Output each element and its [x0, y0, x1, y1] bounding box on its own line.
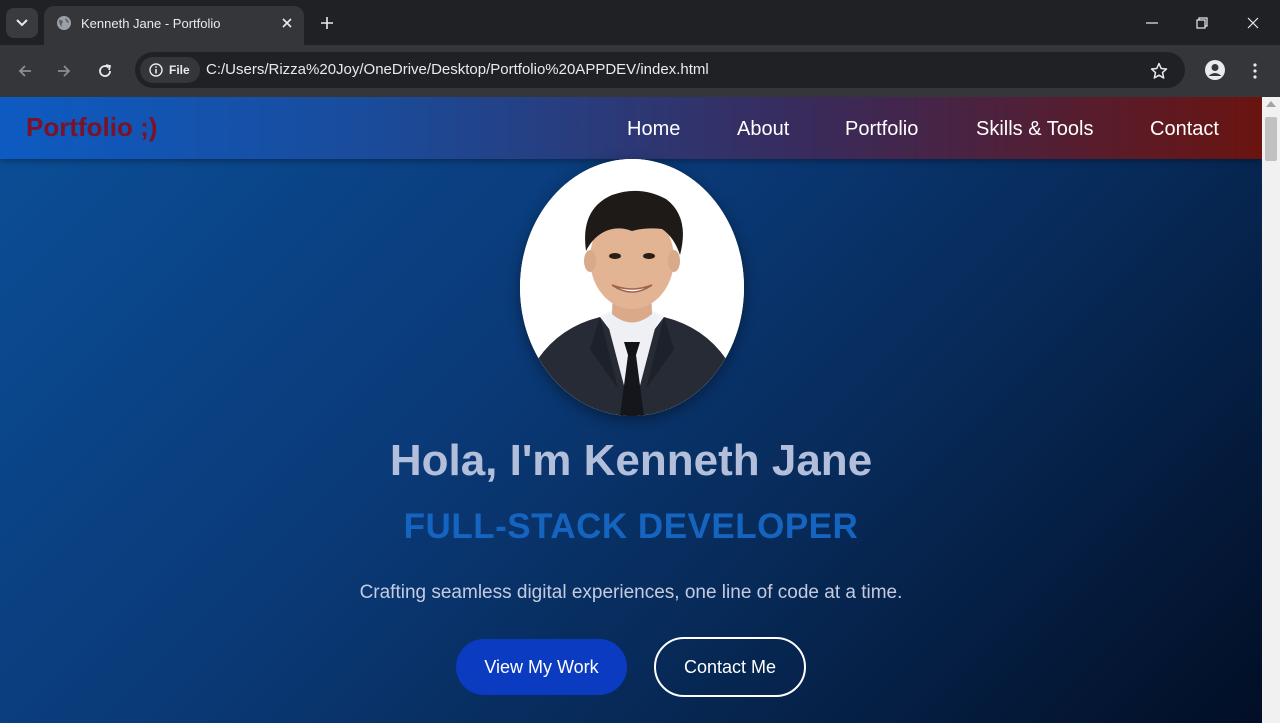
restore-button[interactable]: [1187, 8, 1217, 38]
close-icon: [282, 18, 292, 28]
nav-link-portfolio[interactable]: Portfolio: [845, 118, 918, 141]
url-text[interactable]: C:/Users/Rizza%20Joy/OneDrive/Desktop/Po…: [206, 61, 709, 78]
hero-role: FULL-STACK DEVELOPER: [403, 507, 859, 546]
page-scrollbar[interactable]: [1262, 97, 1280, 723]
view-my-work-button[interactable]: View My Work: [456, 639, 627, 695]
person-portrait: [520, 159, 744, 416]
scroll-thumb[interactable]: [1265, 117, 1277, 161]
nav-link-about[interactable]: About: [737, 118, 789, 141]
profile-icon: [1205, 60, 1225, 80]
forward-arrow-icon: [58, 65, 71, 77]
nav-link-contact[interactable]: Contact: [1150, 118, 1219, 141]
profile-button[interactable]: [1202, 57, 1228, 83]
globe-icon: [57, 16, 71, 30]
reload-button[interactable]: [91, 57, 119, 85]
site-navbar: Portfolio ;) Home About Portfolio Skills…: [0, 97, 1262, 159]
forward-button[interactable]: [50, 57, 78, 85]
tab-close-button[interactable]: [278, 14, 296, 32]
tab-strip: Kenneth Jane - Portfolio: [0, 0, 1280, 45]
site-info-chip[interactable]: File: [140, 57, 200, 83]
back-arrow-icon: [18, 65, 31, 77]
bookmark-button[interactable]: [1147, 59, 1171, 83]
contact-me-button[interactable]: Contact Me: [654, 637, 806, 697]
nav-link-skills-tools[interactable]: Skills & Tools: [976, 118, 1093, 141]
hero-tagline: Crafting seamless digital experiences, o…: [359, 582, 903, 603]
new-tab-button[interactable]: [315, 11, 339, 35]
star-icon: [1150, 62, 1168, 79]
page-viewport: Portfolio ;) Home About Portfolio Skills…: [0, 97, 1262, 723]
browser-toolbar: File C:/Users/Rizza%20Joy/OneDrive/Deskt…: [0, 45, 1280, 97]
profile-photo: [520, 159, 744, 416]
tab-active[interactable]: Kenneth Jane - Portfolio: [44, 6, 304, 45]
hero-title: Hola, I'm Kenneth Jane: [389, 436, 873, 485]
tab-title: Kenneth Jane - Portfolio: [81, 16, 221, 31]
browser-menu-button[interactable]: [1245, 57, 1265, 85]
chip-label: File: [169, 63, 190, 77]
scroll-up-arrow-icon[interactable]: [1266, 101, 1276, 107]
minimize-icon: [1146, 22, 1158, 24]
minimize-button[interactable]: [1137, 8, 1167, 38]
site-logo[interactable]: Portfolio ;): [26, 112, 157, 143]
reload-icon: [99, 64, 112, 77]
address-bar[interactable]: File C:/Users/Rizza%20Joy/OneDrive/Deskt…: [135, 52, 1185, 88]
plus-icon: [321, 17, 333, 29]
close-icon: [1247, 17, 1259, 29]
tab-search-button[interactable]: [6, 8, 38, 38]
more-vert-icon: [1253, 63, 1257, 79]
restore-icon: [1196, 17, 1208, 29]
close-window-button[interactable]: [1238, 8, 1268, 38]
nav-link-home[interactable]: Home: [627, 118, 680, 141]
info-icon: [149, 63, 163, 77]
back-button[interactable]: [11, 57, 39, 85]
tab-list-icon: [16, 19, 28, 27]
